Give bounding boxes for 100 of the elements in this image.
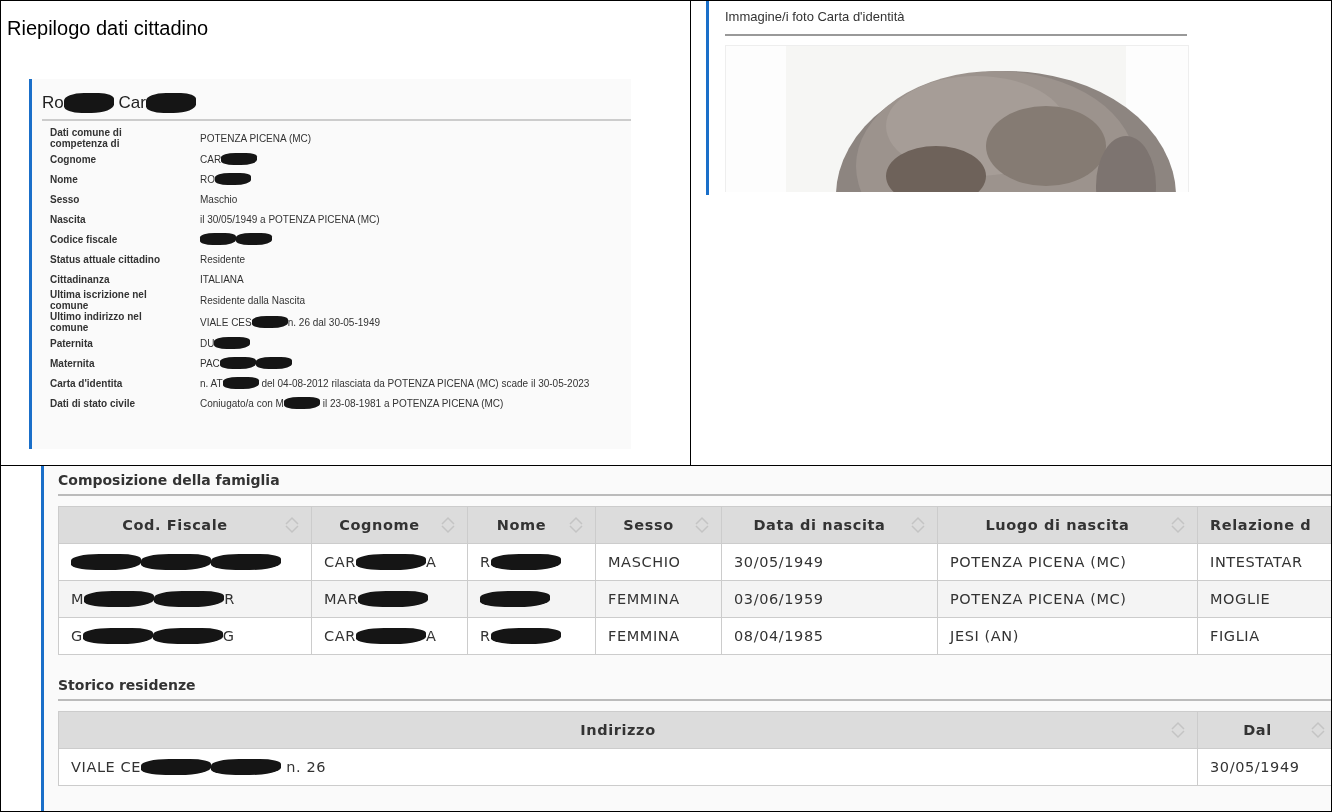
text-fragment: INTESTATAR — [1210, 554, 1303, 570]
redaction-mark — [84, 590, 155, 608]
text-fragment: il 30/05/1949 a POTENZA PICENA (MC) — [200, 213, 380, 225]
redaction-mark — [71, 553, 141, 571]
text-fragment: Residente dalla Nascita — [200, 294, 306, 306]
field-label: Maternita — [50, 357, 96, 369]
column-header[interactable]: Cod. Fiscale — [58, 506, 312, 544]
redaction-mark — [215, 173, 251, 185]
field-label: Paternita — [50, 337, 94, 349]
section-title: Immagine/i foto Carta d'identità — [725, 9, 1187, 36]
field-label: Sesso — [50, 193, 81, 205]
text-fragment: PAC — [200, 357, 220, 369]
text-fragment: MAR — [324, 591, 359, 607]
column-header[interactable]: Nome — [467, 506, 596, 544]
redaction-mark — [200, 233, 236, 245]
sort-icon[interactable] — [285, 516, 299, 534]
text-fragment: POTENZA PICENA (MC) — [950, 591, 1127, 607]
text-fragment: CAR — [200, 153, 222, 165]
field-label: Cognome — [50, 153, 98, 165]
redaction-mark — [355, 627, 426, 645]
column-header[interactable]: Dal — [1197, 711, 1331, 749]
sort-icon[interactable] — [441, 516, 455, 534]
sort-icon[interactable] — [1171, 721, 1185, 739]
text-fragment: 08/04/1985 — [734, 628, 824, 644]
text-fragment: M — [71, 591, 85, 607]
redaction-mark — [211, 553, 281, 571]
field-label: Codice fiscale — [50, 233, 119, 245]
section-title: Storico residenze — [58, 677, 1331, 701]
redaction-mark — [141, 553, 211, 571]
text-fragment: FEMMINA — [608, 591, 680, 607]
field-label: Dati comune di competenza di — [50, 127, 123, 149]
text-fragment: il 23-08-1981 a POTENZA PICENA (MC) — [321, 397, 504, 409]
document-title: Riepilogo dati cittadino — [6, 16, 210, 41]
sort-icon[interactable] — [1311, 721, 1325, 739]
redaction-mark — [490, 627, 561, 645]
redaction-mark — [222, 377, 259, 389]
text-fragment: del 04-08-2012 rilasciata da POTENZA PICENA (MC) scade il 30-05-2023 — [260, 377, 590, 389]
text-fragment: POTENZA PICENA (MC) — [200, 132, 312, 144]
text-fragment: DU — [200, 337, 215, 349]
text-fragment: 30/05/1949 — [734, 554, 824, 570]
text-fragment: MOGLIE — [1210, 591, 1271, 607]
text-fragment: n. 26 — [285, 759, 327, 775]
text-fragment: A — [425, 628, 437, 644]
sort-icon[interactable] — [569, 516, 583, 534]
field-label: Nascita — [50, 213, 87, 225]
text-fragment: ITALIANA — [200, 273, 244, 285]
text-fragment: MASCHIO — [608, 554, 681, 570]
text-fragment: VIALE CE — [71, 759, 142, 775]
text-fragment: 03/06/1959 — [734, 591, 824, 607]
text-fragment: CAR — [324, 628, 356, 644]
column-header[interactable]: Data di nascita — [721, 506, 938, 544]
field-label: Ultima iscrizione nel comune — [50, 289, 148, 311]
redaction-mark — [480, 590, 550, 608]
column-header[interactable]: Relazione d — [1197, 506, 1331, 544]
redaction-mark — [214, 337, 251, 349]
redaction-mark — [63, 93, 114, 113]
field-label: Status attuale cittadino — [50, 253, 161, 265]
redaction-mark — [355, 553, 426, 571]
redaction-mark — [145, 93, 196, 113]
text-fragment: R — [224, 591, 235, 607]
section-title: Composizione della famiglia — [58, 472, 1331, 496]
redaction-mark — [251, 316, 288, 328]
sort-icon[interactable] — [695, 516, 709, 534]
text-fragment: G — [71, 628, 83, 644]
column-header[interactable]: Indirizzo — [58, 711, 1198, 749]
redaction-mark — [255, 357, 292, 369]
text-fragment: FEMMINA — [608, 628, 680, 644]
redaction-mark — [154, 590, 225, 608]
redaction-mark — [490, 553, 561, 571]
sort-icon[interactable] — [911, 516, 925, 534]
text-fragment: 30/05/1949 — [1210, 759, 1300, 775]
text-fragment: G — [222, 628, 235, 644]
text-fragment: POTENZA PICENA (MC) — [950, 554, 1127, 570]
text-fragment: n. AT — [200, 377, 223, 389]
text-fragment: RO — [200, 173, 215, 185]
redaction-mark — [221, 153, 258, 165]
redaction-mark — [211, 758, 282, 776]
column-header[interactable]: Cognome — [311, 506, 468, 544]
text-fragment: Maschio — [200, 193, 238, 205]
redaction-mark — [82, 627, 153, 645]
sort-icon[interactable] — [1171, 516, 1185, 534]
redaction-mark — [219, 357, 256, 369]
text-fragment: R — [480, 554, 491, 570]
text-fragment: n. 26 dal 30-05-1949 — [287, 316, 380, 328]
text-fragment: Car — [117, 93, 146, 113]
text-fragment: Ro — [42, 93, 64, 113]
redaction-mark — [236, 233, 272, 245]
field-label: Nome — [50, 173, 79, 185]
field-label: Ultimo indirizzo nel comune — [50, 311, 143, 333]
text-fragment: A — [425, 554, 437, 570]
redaction-mark — [358, 590, 429, 608]
redaction-mark — [283, 397, 320, 409]
text-fragment: FIGLIA — [1210, 628, 1260, 644]
redaction-mark — [141, 758, 212, 776]
column-header[interactable]: Luogo di nascita — [937, 506, 1198, 544]
text-fragment: R — [480, 628, 491, 644]
field-label: Cittadinanza — [50, 273, 111, 285]
text-fragment: JESI (AN) — [950, 628, 1019, 644]
field-label: Carta d'identita — [50, 377, 124, 389]
column-header[interactable]: Sesso — [595, 506, 722, 544]
